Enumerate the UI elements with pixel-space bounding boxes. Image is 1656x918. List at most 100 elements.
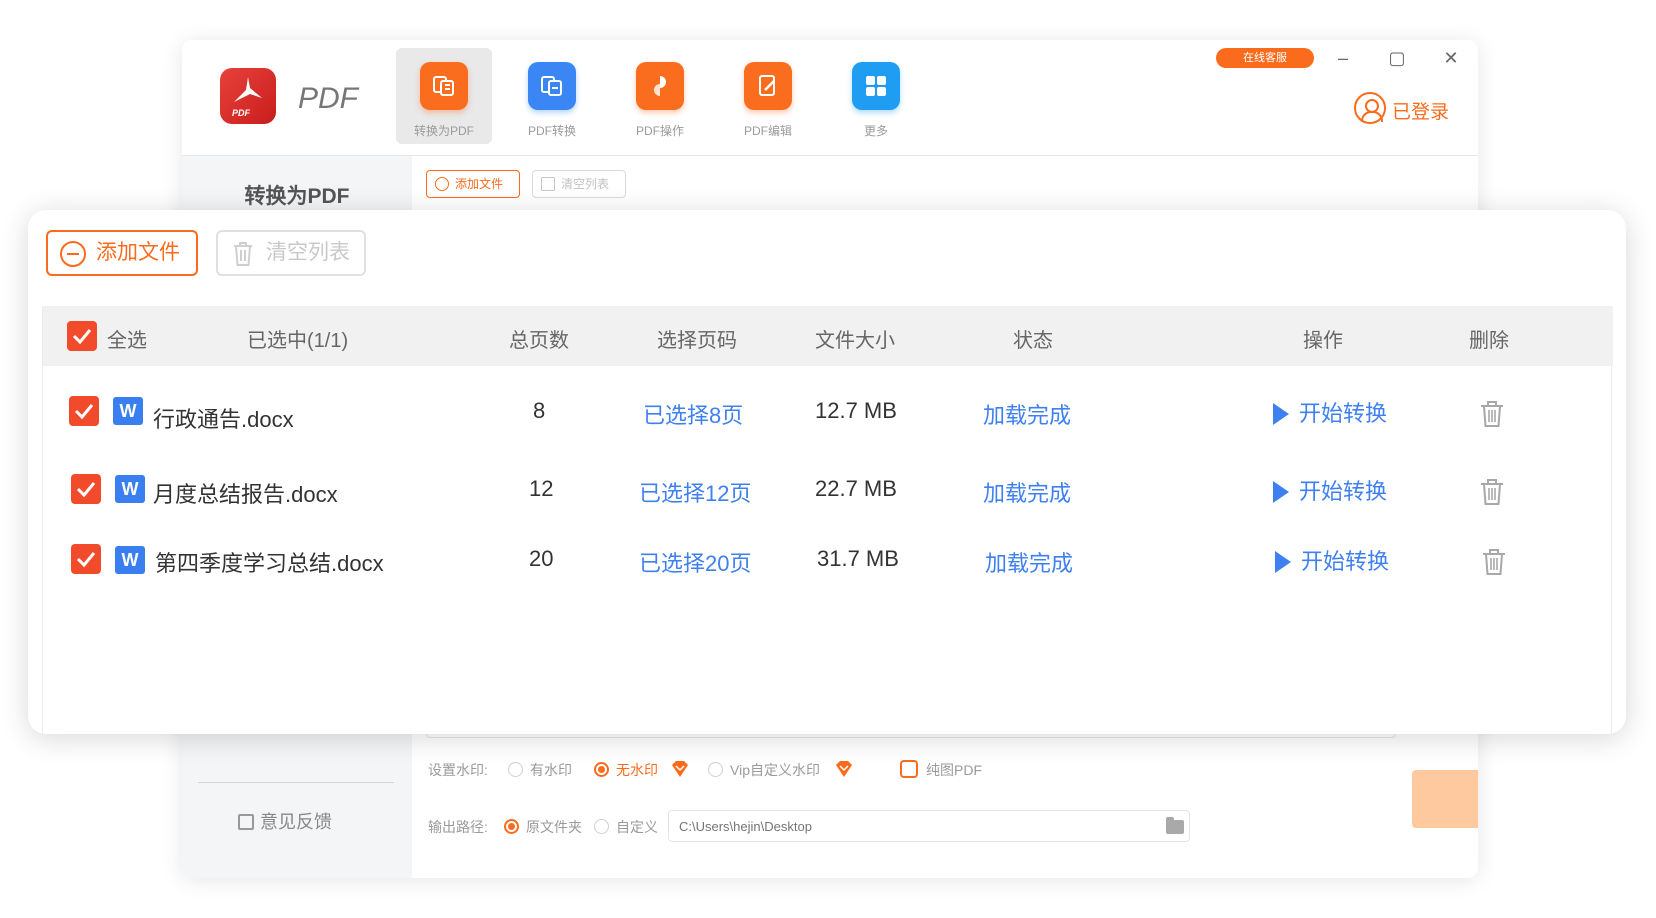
minimize-button[interactable]: – xyxy=(1328,44,1358,72)
custom-folder-radio[interactable] xyxy=(594,819,609,834)
file-size: 22.7 MB xyxy=(815,476,897,501)
convert-to-pdf-icon xyxy=(420,62,468,110)
custom-folder-label: 自定义 xyxy=(616,819,658,835)
more-grid-icon xyxy=(852,62,900,110)
app-header: PDF PDF 转换为PDF PDF转换 PDF操作 PDF编辑 更多 在线客服… xyxy=(182,40,1478,156)
start-convert-button[interactable]: 开始转换 xyxy=(1273,474,1387,506)
play-icon xyxy=(1273,481,1289,503)
tool-label: 转换为PDF xyxy=(413,124,474,138)
file-name: 月度总结报告.docx xyxy=(153,482,338,507)
maximize-button[interactable]: ▢ xyxy=(1382,44,1412,72)
page-range-link[interactable]: 已选择8页 xyxy=(643,398,743,430)
row-checkbox[interactable] xyxy=(71,474,101,504)
tool-label: PDF编辑 xyxy=(743,124,792,138)
check-icon xyxy=(76,552,96,568)
start-convert-button[interactable]: 开始转换 xyxy=(1275,544,1389,576)
file-size: 31.7 MB xyxy=(817,546,899,571)
play-icon xyxy=(1273,403,1289,425)
clear-list-button[interactable]: 清空列表 xyxy=(532,170,626,198)
file-list-zoom-card: 添加文件 清空列表 全选 已选中(1/1) 总页数 选择页码 文件大小 状态 操… xyxy=(28,210,1626,734)
pdf-operation-icon xyxy=(636,62,684,110)
page-range-link[interactable]: 已选择20页 xyxy=(639,546,751,578)
trash-icon xyxy=(541,177,555,191)
tool-more[interactable]: 更多 xyxy=(828,48,924,144)
folder-icon[interactable] xyxy=(1166,817,1184,834)
check-icon xyxy=(74,404,94,420)
check-icon xyxy=(76,482,96,498)
vip-watermark-label: Vip自定义水印 xyxy=(730,762,820,778)
tool-convert-to-pdf[interactable]: 转换为PDF xyxy=(396,48,492,144)
select-all-checkbox[interactable] xyxy=(67,321,97,351)
col-status: 状态 xyxy=(1013,330,1053,352)
image-pdf-label: 纯图PDF xyxy=(926,762,982,778)
user-icon xyxy=(1354,92,1386,124)
selected-count: 已选中(1/1) xyxy=(247,330,349,352)
login-status[interactable]: 已登录 xyxy=(1354,90,1464,126)
add-file-button[interactable]: 添加文件 xyxy=(46,230,198,276)
plus-circle-icon xyxy=(435,177,449,191)
select-all-label: 全选 xyxy=(107,330,147,352)
logo-tag: PDF xyxy=(232,108,250,118)
add-file-label: 添加文件 xyxy=(96,241,180,264)
source-folder-radio[interactable] xyxy=(504,819,519,834)
start-convert-label: 开始转换 xyxy=(1301,549,1390,574)
col-action: 操作 xyxy=(1303,330,1343,352)
start-convert-label: 开始转换 xyxy=(1299,479,1388,504)
watermark-off-radio[interactable] xyxy=(594,762,609,777)
feedback-link[interactable]: 意见反馈 xyxy=(238,808,332,834)
clear-list-button[interactable]: 清空列表 xyxy=(216,230,366,276)
word-file-icon: W xyxy=(113,397,143,425)
output-path-input[interactable] xyxy=(668,810,1190,842)
file-name: 第四季度学习总结.docx xyxy=(155,551,384,576)
watermark-on-radio[interactable] xyxy=(508,762,523,777)
tool-pdf-edit[interactable]: PDF编辑 xyxy=(720,48,816,144)
output-label: 输出路径: xyxy=(428,819,488,835)
table-row: W 第四季度学习总结.docx 20 已选择20页 31.7 MB 加载完成 开… xyxy=(43,530,1613,590)
convert-button[interactable]: 转换 xyxy=(1412,770,1478,828)
feedback-icon xyxy=(238,814,254,830)
app-logo: PDF xyxy=(220,68,276,124)
add-file-label: 添加文件 xyxy=(455,177,504,191)
minus-circle-icon xyxy=(60,241,86,267)
login-label: 已登录 xyxy=(1392,102,1450,123)
tool-label: PDF操作 xyxy=(635,124,684,138)
start-convert-button[interactable]: 开始转换 xyxy=(1273,396,1387,428)
watermark-label: 设置水印: xyxy=(428,762,488,778)
clear-list-label: 清空列表 xyxy=(266,241,350,264)
watermark-settings: 设置水印: 有水印 无水印 Vip自定义水印 纯图PDF xyxy=(428,754,1468,784)
table-header: 全选 已选中(1/1) 总页数 选择页码 文件大小 状态 操作 删除 xyxy=(43,306,1613,366)
close-button[interactable]: ✕ xyxy=(1436,44,1466,72)
vip-watermark-radio[interactable] xyxy=(708,762,723,777)
delete-trash-icon[interactable] xyxy=(1479,478,1505,506)
play-icon xyxy=(1275,551,1291,573)
sidebar-divider xyxy=(198,782,394,783)
status-text: 加载完成 xyxy=(983,481,1072,506)
start-convert-label: 开始转换 xyxy=(1299,401,1388,426)
status-text: 加载完成 xyxy=(983,403,1072,428)
source-folder-label: 原文件夹 xyxy=(526,819,582,835)
add-file-button[interactable]: 添加文件 xyxy=(426,170,520,198)
row-checkbox[interactable] xyxy=(71,544,101,574)
delete-trash-icon[interactable] xyxy=(1479,400,1505,428)
output-settings: 输出路径: 原文件夹 自定义 xyxy=(428,808,1468,844)
image-pdf-checkbox[interactable] xyxy=(900,760,918,778)
delete-trash-icon[interactable] xyxy=(1481,548,1507,576)
pdf-convert-icon xyxy=(528,62,576,110)
tool-pdf-operation[interactable]: PDF操作 xyxy=(612,48,708,144)
page-range-link[interactable]: 已选择12页 xyxy=(639,476,751,508)
file-name: 行政通告.docx xyxy=(153,407,294,432)
row-checkbox[interactable] xyxy=(69,396,99,426)
trash-icon xyxy=(234,242,252,266)
table-row: W 月度总结报告.docx 12 已选择12页 22.7 MB 加载完成 开始转… xyxy=(43,460,1613,520)
status-text: 加载完成 xyxy=(985,551,1074,576)
online-service-button[interactable]: 在线客服 xyxy=(1216,48,1314,68)
clear-list-label: 清空列表 xyxy=(561,177,610,191)
file-table: 全选 已选中(1/1) 总页数 选择页码 文件大小 状态 操作 删除 W 行政通… xyxy=(42,306,1613,734)
table-row: W 行政通告.docx 8 已选择8页 12.7 MB 加载完成 开始转换 xyxy=(43,382,1613,442)
pdf-edit-icon xyxy=(744,62,792,110)
file-size: 12.7 MB xyxy=(815,398,897,423)
app-name: PDF xyxy=(298,82,358,115)
feedback-label: 意见反馈 xyxy=(260,812,332,832)
sidebar-title[interactable]: 转换为PDF xyxy=(182,180,412,210)
tool-pdf-convert[interactable]: PDF转换 xyxy=(504,48,600,144)
